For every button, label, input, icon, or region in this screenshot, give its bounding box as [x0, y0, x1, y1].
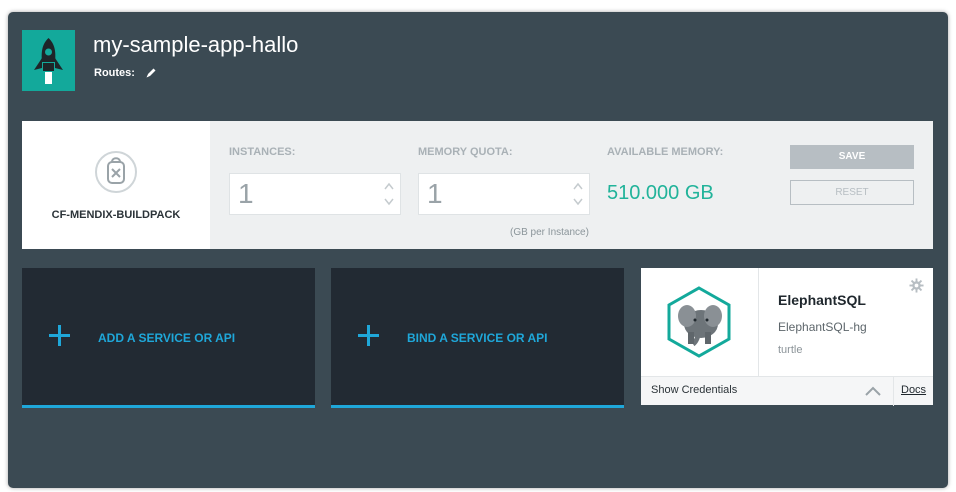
bind-service-label: BIND A SERVICE OR API [407, 331, 548, 345]
routes-label: Routes: [94, 67, 135, 79]
memory-quota-label: MEMORY QUOTA: [418, 146, 513, 158]
elephant-logo [667, 286, 731, 358]
service-logo [641, 268, 759, 376]
show-credentials-link[interactable]: Show Credentials [651, 384, 737, 396]
app-icon [22, 30, 75, 91]
service-instance-name: ElephantSQL-hg [778, 320, 867, 334]
instances-stepper-icon[interactable] [384, 180, 394, 208]
edit-routes-icon[interactable] [145, 67, 157, 79]
save-button[interactable]: SAVE [790, 145, 914, 169]
app-panel [8, 12, 948, 488]
memory-quota-hint: (GB per Instance) [510, 227, 589, 238]
service-card-footer: Show Credentials Docs [641, 376, 933, 406]
gear-icon[interactable] [909, 278, 924, 293]
memory-stepper-icon[interactable] [573, 180, 583, 208]
plus-icon [358, 325, 379, 346]
available-memory-value: 510.000 GB [607, 182, 714, 204]
available-memory-label: AVAILABLE MEMORY: [607, 146, 724, 158]
reset-button[interactable]: RESET [790, 180, 914, 205]
config-panel: CF-MENDIX-BUILDPACK INSTANCES: 1 MEMORY … [22, 121, 933, 249]
app-title: my-sample-app-hallo [93, 32, 299, 57]
buildpack-section: CF-MENDIX-BUILDPACK [22, 121, 210, 249]
add-service-tile[interactable]: ADD A SERVICE OR API [22, 268, 315, 408]
plus-icon [49, 325, 70, 346]
memory-quota-input[interactable]: 1 [418, 173, 590, 215]
service-card-elephantsql: ElephantSQL ElephantSQL-hg turtle Show C… [641, 268, 933, 406]
instances-input[interactable]: 1 [229, 173, 401, 215]
chevron-up-icon[interactable] [865, 386, 881, 396]
bind-service-tile[interactable]: BIND A SERVICE OR API [331, 268, 624, 408]
service-name: ElephantSQL [778, 292, 866, 308]
routes-row: Routes: [94, 67, 157, 79]
add-service-label: ADD A SERVICE OR API [98, 331, 236, 345]
backpack-icon [95, 151, 137, 193]
buildpack-name: CF-MENDIX-BUILDPACK [51, 209, 181, 221]
divider [893, 377, 894, 406]
instances-value: 1 [238, 178, 254, 209]
rocket-icon [34, 38, 63, 84]
service-plan: turtle [778, 344, 803, 356]
memory-quota-value: 1 [427, 178, 443, 209]
instances-label: INSTANCES: [229, 146, 296, 158]
docs-link[interactable]: Docs [901, 384, 926, 396]
